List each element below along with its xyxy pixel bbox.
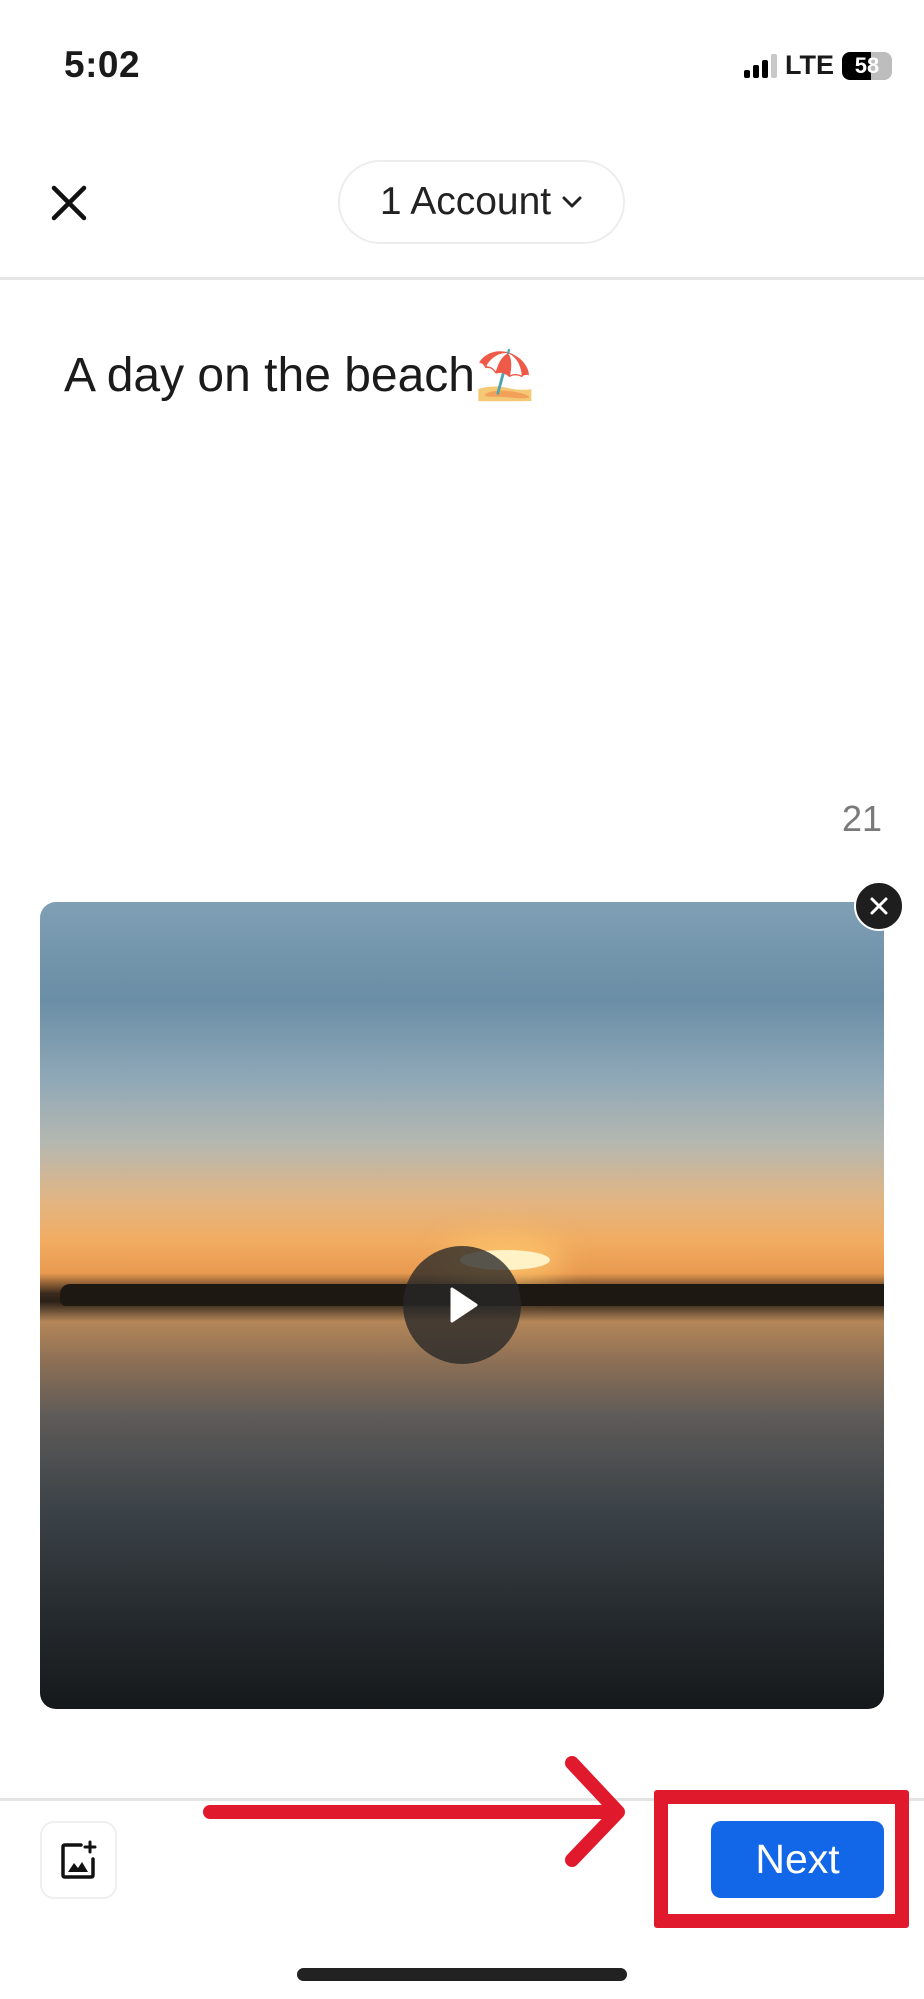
add-media-button[interactable]	[40, 1821, 117, 1899]
close-button[interactable]	[44, 178, 94, 228]
remove-media-button[interactable]	[854, 881, 904, 931]
annotation-arrow	[203, 1756, 625, 1867]
play-icon	[450, 1287, 478, 1323]
character-counter: 21	[841, 798, 882, 839]
add-image-icon	[60, 1840, 96, 1879]
network-label: LTE	[785, 50, 834, 80]
play-button[interactable]	[403, 1246, 521, 1364]
next-button[interactable]: Next	[711, 1821, 884, 1898]
chevron-down-icon	[562, 196, 582, 208]
post-text-input[interactable]: A day on the beach⛱️	[64, 346, 535, 403]
header-divider	[0, 277, 924, 280]
battery-icon: 58	[842, 51, 892, 80]
account-selector[interactable]: 1 Account	[338, 160, 625, 244]
account-selector-label: 1 Account	[379, 180, 552, 223]
close-icon	[51, 185, 87, 221]
close-icon	[870, 897, 888, 915]
status-time: 5:02	[64, 44, 141, 85]
home-indicator[interactable]	[297, 1968, 627, 1981]
status-indicators: LTE 58	[744, 50, 892, 81]
signal-icon	[744, 53, 777, 78]
